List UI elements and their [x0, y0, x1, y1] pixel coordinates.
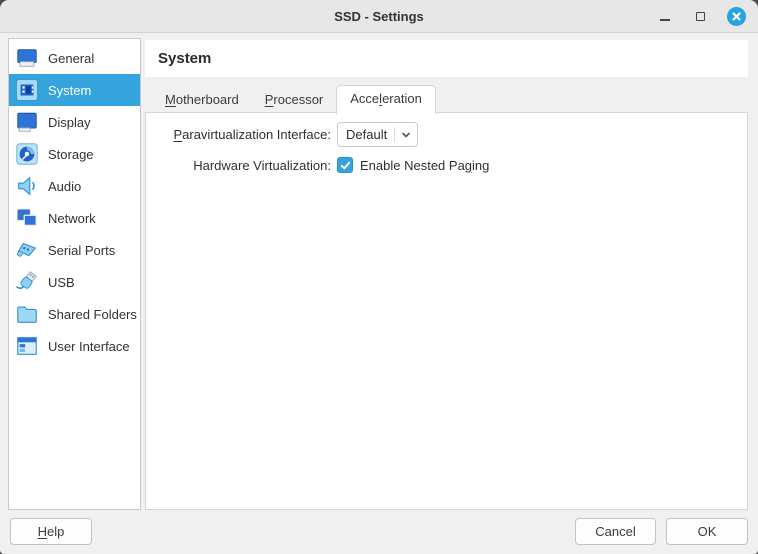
sidebar-item-label: General	[48, 51, 94, 66]
sidebar-item-general[interactable]: General	[9, 42, 140, 74]
minimize-button[interactable]	[655, 7, 674, 26]
settings-window: SSD - Settings General System	[0, 0, 758, 554]
network-icon	[14, 205, 40, 231]
general-icon	[14, 45, 40, 71]
hardware-virtualization-label: Hardware Virtualization:	[146, 158, 331, 173]
sidebar-item-system[interactable]: System	[9, 74, 140, 106]
usb-icon	[14, 269, 40, 295]
page-title: System	[145, 40, 748, 77]
settings-category-list: General System Display Storage Audio	[8, 38, 141, 510]
system-tab-bar: Motherboard Processor Acceleration	[145, 85, 748, 113]
sidebar-item-user-interface[interactable]: User Interface	[9, 330, 140, 362]
sidebar-item-label: Display	[48, 115, 91, 130]
ok-button[interactable]: OK	[666, 518, 748, 545]
close-button[interactable]	[727, 7, 746, 26]
sidebar-item-label: Network	[48, 211, 96, 226]
minimize-icon	[660, 19, 670, 21]
sidebar-item-label: User Interface	[48, 339, 130, 354]
paravirtualization-label: Paravirtualization Interface:	[146, 127, 331, 142]
title-bar: SSD - Settings	[0, 0, 758, 33]
shared-folders-icon	[14, 301, 40, 327]
sidebar-item-label: Storage	[48, 147, 94, 162]
tab-acceleration[interactable]: Acceleration	[336, 85, 436, 114]
hardware-virtualization-row: Hardware Virtualization: Enable Nested P…	[146, 157, 747, 173]
acceleration-tab-panel: Paravirtualization Interface: Default Ha…	[145, 112, 748, 510]
sidebar-item-label: Serial Ports	[48, 243, 115, 258]
window-controls	[655, 0, 746, 33]
display-icon	[14, 109, 40, 135]
sidebar-item-display[interactable]: Display	[9, 106, 140, 138]
check-icon	[340, 160, 351, 171]
system-icon	[14, 77, 40, 103]
sidebar-item-label: USB	[48, 275, 75, 290]
chevron-down-icon	[395, 130, 417, 140]
close-icon	[732, 12, 741, 21]
audio-icon	[14, 173, 40, 199]
tab-motherboard[interactable]: Motherboard	[152, 87, 252, 113]
paravirtualization-dropdown-value: Default	[346, 127, 394, 142]
cancel-button[interactable]: Cancel	[575, 518, 656, 545]
maximize-button[interactable]	[691, 7, 710, 26]
sidebar-item-shared-folders[interactable]: Shared Folders	[9, 298, 140, 330]
nested-paging-checkbox[interactable]	[337, 157, 353, 173]
storage-icon	[14, 141, 40, 167]
sidebar-item-label: Audio	[48, 179, 81, 194]
user-interface-icon	[14, 333, 40, 359]
nested-paging-checkbox-group[interactable]: Enable Nested Paging	[337, 157, 489, 173]
window-title: SSD - Settings	[0, 0, 758, 33]
paravirtualization-dropdown[interactable]: Default	[337, 122, 418, 147]
sidebar-item-storage[interactable]: Storage	[9, 138, 140, 170]
paravirtualization-row: Paravirtualization Interface: Default	[146, 122, 747, 147]
sidebar-item-audio[interactable]: Audio	[9, 170, 140, 202]
sidebar-item-serial-ports[interactable]: Serial Ports	[9, 234, 140, 266]
serial-ports-icon	[14, 237, 40, 263]
maximize-icon	[696, 12, 705, 21]
tab-processor[interactable]: Processor	[252, 87, 337, 113]
sidebar-item-usb[interactable]: USB	[9, 266, 140, 298]
help-button[interactable]: Help	[10, 518, 92, 545]
sidebar-item-label: System	[48, 83, 91, 98]
nested-paging-checkbox-label: Enable Nested Paging	[360, 158, 489, 173]
sidebar-item-label: Shared Folders	[48, 307, 137, 322]
sidebar-item-network[interactable]: Network	[9, 202, 140, 234]
